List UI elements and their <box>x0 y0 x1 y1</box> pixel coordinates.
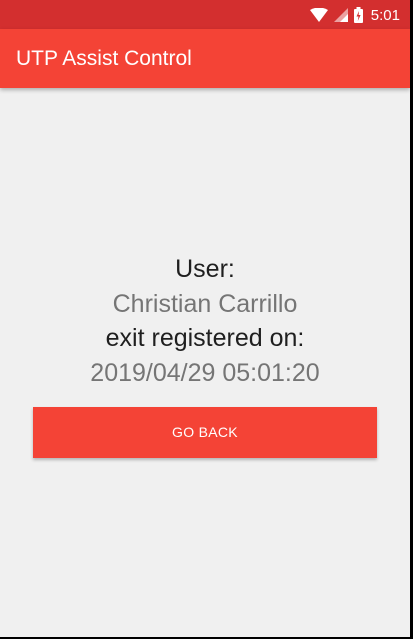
signal-icon <box>333 8 348 22</box>
status-time: 5:01 <box>370 6 400 24</box>
battery-charging-icon <box>353 7 363 23</box>
wifi-icon <box>309 7 328 22</box>
app-bar: UTP Assist Control <box>0 29 410 88</box>
user-name: Christian Carrillo <box>112 290 298 318</box>
status-bar: 5:01 <box>0 0 410 29</box>
go-back-button[interactable]: GO BACK <box>33 407 377 458</box>
user-label: User: <box>175 255 235 283</box>
status-icons: 5:01 <box>309 5 400 25</box>
exit-timestamp: 2019/04/29 05:01:20 <box>90 359 320 387</box>
app-screen: 5:01 UTP Assist Control User: Christian … <box>0 0 410 637</box>
exit-label: exit registered on: <box>105 324 305 352</box>
app-title: UTP Assist Control <box>16 47 192 70</box>
content-area: User: Christian Carrillo exit registered… <box>0 88 410 637</box>
